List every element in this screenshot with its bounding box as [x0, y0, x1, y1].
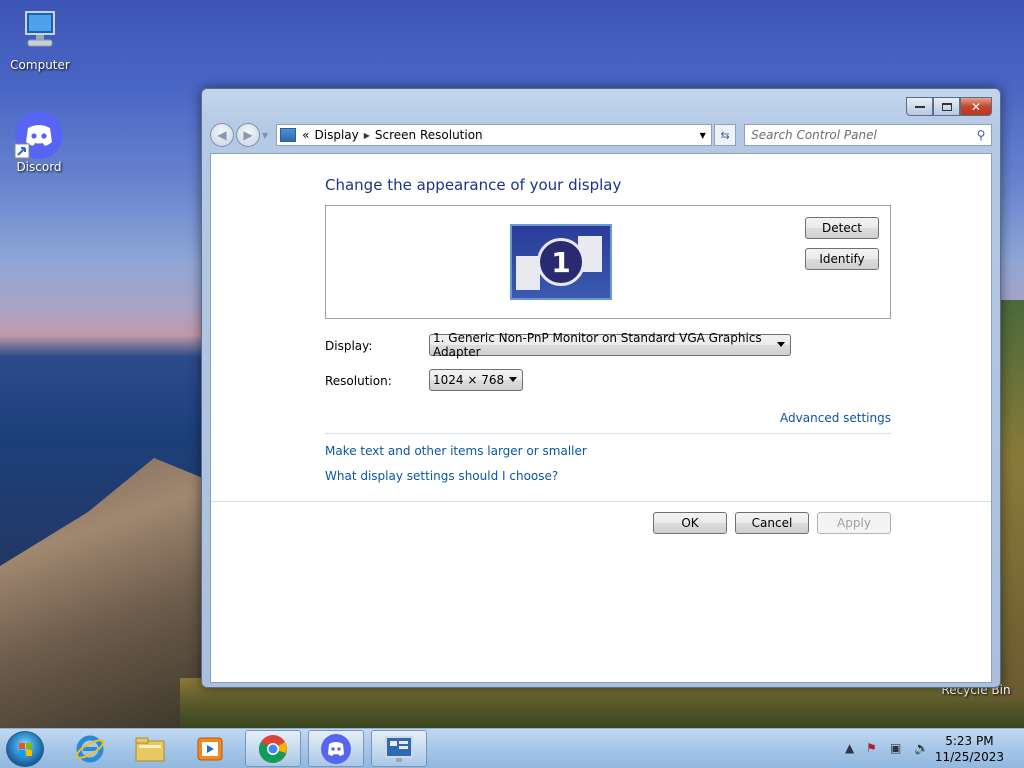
maximize-button[interactable]: [933, 97, 960, 116]
search-input[interactable]: [745, 128, 971, 142]
search-box[interactable]: ⚲: [744, 124, 992, 146]
maximize-icon: [941, 102, 952, 111]
windows-logo-icon: [19, 743, 32, 756]
refresh-icon: ⇆: [720, 128, 730, 142]
monitor-preview-box: 1 Detect Identify: [325, 205, 891, 319]
volume-muted-icon[interactable]: 🔈: [914, 741, 929, 755]
forward-arrow-icon: ▶: [243, 128, 253, 142]
action-center-icon[interactable]: ⚑: [866, 741, 877, 755]
taskbar-media-player[interactable]: [182, 730, 238, 767]
divider: [325, 433, 891, 434]
system-clock[interactable]: 5:23 PM 11/25/2023: [935, 733, 1004, 765]
desktop-icon-label: Discord: [16, 160, 62, 174]
resolution-label: Resolution:: [325, 374, 392, 388]
taskbar-file-explorer[interactable]: [122, 730, 178, 767]
detect-button[interactable]: Detect: [805, 217, 879, 239]
clock-time: 5:23 PM: [945, 734, 994, 748]
minimize-button[interactable]: [906, 97, 933, 116]
content-pane: Change the appearance of your display 1 …: [210, 153, 992, 683]
discord-icon: [321, 733, 351, 764]
monitor-number: 1: [537, 238, 585, 286]
close-button[interactable]: ✕: [960, 97, 992, 116]
computer-icon: [2, 8, 78, 55]
recent-pages-dropdown[interactable]: ▼: [262, 131, 268, 140]
ok-button[interactable]: OK: [653, 512, 727, 534]
resolution-select-value: 1024 × 768: [433, 373, 505, 387]
display-help-link[interactable]: What display settings should I choose?: [325, 469, 558, 483]
taskbar-control-panel[interactable]: [371, 730, 427, 767]
address-dropdown-icon[interactable]: ▼: [693, 130, 711, 140]
breadcrumb-display[interactable]: Display: [310, 128, 364, 142]
breadcrumb-screen-resolution[interactable]: Screen Resolution: [370, 128, 488, 142]
refresh-button[interactable]: ⇆: [714, 124, 737, 146]
text-size-link[interactable]: Make text and other items larger or smal…: [325, 444, 587, 458]
taskbar-chrome[interactable]: [245, 730, 301, 767]
minimize-icon: [914, 105, 925, 108]
taskbar-discord[interactable]: [308, 730, 364, 767]
clock-date: 11/25/2023: [934, 750, 1004, 764]
display-select-value: 1. Generic Non-PnP Monitor on Standard V…: [433, 331, 762, 359]
apply-button[interactable]: Apply: [817, 512, 891, 534]
folder-icon: [135, 737, 165, 761]
chevron-down-icon: [509, 377, 517, 382]
forward-button[interactable]: ▶: [236, 123, 260, 147]
back-button[interactable]: ◀: [210, 123, 234, 147]
search-icon[interactable]: ⚲: [971, 128, 991, 142]
divider: [211, 501, 991, 502]
display-select[interactable]: 1. Generic Non-PnP Monitor on Standard V…: [429, 331, 791, 359]
address-bar[interactable]: « Display ▶ Screen Resolution ▼: [276, 124, 713, 146]
monitor-1-icon[interactable]: 1: [510, 224, 612, 300]
screen-resolution-window: ✕ ◀ ▶ ▼ « Display ▶ Screen Resolution ▼ …: [201, 88, 1001, 688]
start-button[interactable]: [6, 731, 44, 767]
internet-explorer-icon: [75, 735, 105, 762]
advanced-settings-link[interactable]: Advanced settings: [780, 411, 891, 425]
media-player-icon: [197, 737, 223, 760]
taskbar-internet-explorer[interactable]: [62, 730, 118, 767]
close-icon: ✕: [970, 99, 982, 114]
back-arrow-icon: ◀: [217, 128, 227, 142]
chrome-icon: [259, 734, 287, 763]
page-title: Change the appearance of your display: [325, 176, 622, 194]
breadcrumb-prefix[interactable]: «: [302, 128, 309, 142]
taskbar: ▲ ⚑ ▣ 🔈 5:23 PM 11/25/2023: [0, 728, 1024, 768]
network-icon[interactable]: ▣: [890, 741, 901, 755]
cancel-button[interactable]: Cancel: [735, 512, 809, 534]
control-panel-icon: [280, 128, 297, 142]
window-controls: ✕: [906, 89, 992, 116]
resolution-select[interactable]: 1024 × 768: [429, 369, 523, 391]
desktop-icon-label: Computer: [10, 58, 70, 72]
desktop-icon-discord[interactable]: Discord: [1, 110, 77, 174]
identify-button[interactable]: Identify: [805, 248, 879, 270]
desktop-icon-computer[interactable]: Computer: [2, 8, 78, 72]
chevron-down-icon: [777, 342, 785, 347]
control-panel-icon: [385, 735, 413, 762]
display-label: Display:: [325, 339, 373, 353]
show-hidden-icons-button[interactable]: ▲: [845, 741, 854, 755]
navigation-bar: ◀ ▶ ▼ « Display ▶ Screen Resolution ▼ ⇆ …: [210, 122, 992, 148]
discord-icon: [1, 110, 77, 163]
